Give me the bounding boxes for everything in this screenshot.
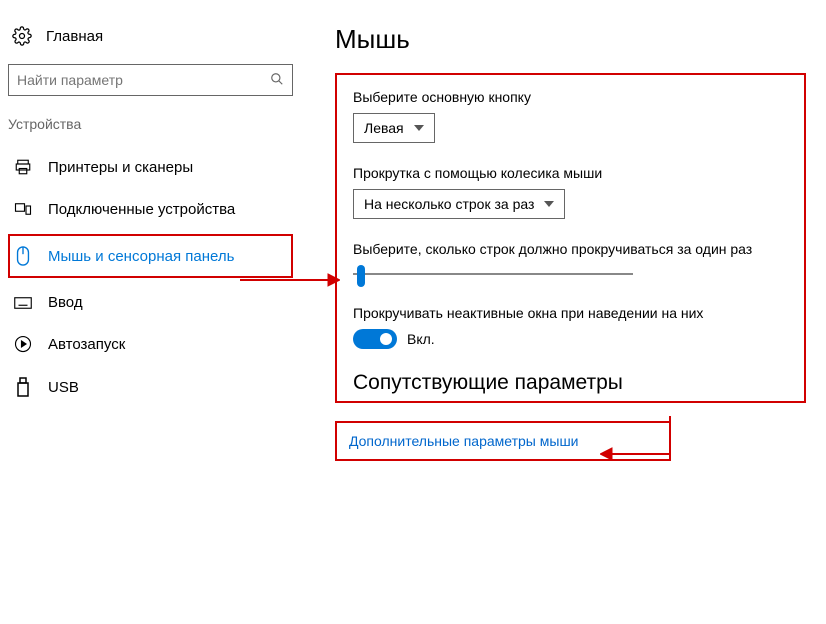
mouse-icon	[14, 246, 32, 266]
home-label: Главная	[46, 28, 103, 45]
inactive-scroll-label: Прокручивать неактивные окна при наведен…	[353, 305, 788, 321]
usb-icon	[14, 377, 32, 397]
additional-mouse-options-link[interactable]: Дополнительные параметры мыши	[349, 433, 579, 449]
primary-button-label: Выберите основную кнопку	[353, 89, 788, 105]
dropdown-value: На несколько строк за раз	[364, 196, 534, 212]
sidebar-item-label: Автозапуск	[48, 336, 125, 353]
toggle-state-label: Вкл.	[407, 331, 435, 347]
page-title: Мышь	[335, 24, 806, 55]
sidebar-item-label: Подключенные устройства	[48, 201, 235, 218]
lines-slider[interactable]	[353, 265, 633, 283]
sidebar-item-connected-devices[interactable]: Подключенные устройства	[8, 188, 293, 230]
primary-button-dropdown[interactable]: Левая	[353, 113, 435, 143]
gear-icon	[12, 26, 32, 46]
scroll-dropdown[interactable]: На несколько строк за раз	[353, 189, 565, 219]
home-nav[interactable]: Главная	[8, 20, 293, 64]
settings-highlight-box: Выберите основную кнопку Левая Прокрутка…	[335, 73, 806, 403]
toggle-knob	[380, 333, 392, 345]
sidebar-item-autoplay[interactable]: Автозапуск	[8, 323, 293, 365]
search-icon	[270, 72, 284, 89]
autoplay-icon	[14, 335, 32, 353]
section-label: Устройства	[8, 116, 293, 132]
sidebar-item-label: USB	[48, 379, 79, 396]
annotation-arrow-1	[240, 270, 340, 290]
keyboard-icon	[14, 296, 32, 310]
annotation-arrow-2	[600, 416, 680, 466]
sidebar-item-label: Принтеры и сканеры	[48, 159, 193, 176]
chevron-down-icon	[414, 125, 424, 131]
search-input[interactable]	[17, 72, 270, 88]
lines-label: Выберите, сколько строк должно прокручив…	[353, 241, 788, 257]
printer-icon	[14, 158, 32, 176]
chevron-down-icon	[544, 201, 554, 207]
search-box[interactable]	[8, 64, 293, 96]
slider-track	[353, 273, 633, 275]
sidebar-item-usb[interactable]: USB	[8, 365, 293, 409]
sidebar-item-printers[interactable]: Принтеры и сканеры	[8, 146, 293, 188]
inactive-scroll-toggle[interactable]	[353, 329, 397, 349]
slider-thumb[interactable]	[357, 265, 365, 287]
scroll-label: Прокрутка с помощью колесика мыши	[353, 165, 788, 181]
sidebar-item-label: Ввод	[48, 294, 83, 311]
related-settings-title: Сопутствующие параметры	[353, 371, 788, 395]
sidebar-item-label: Мышь и сенсорная панель	[48, 248, 234, 265]
dropdown-value: Левая	[364, 120, 404, 136]
devices-icon	[14, 200, 32, 218]
